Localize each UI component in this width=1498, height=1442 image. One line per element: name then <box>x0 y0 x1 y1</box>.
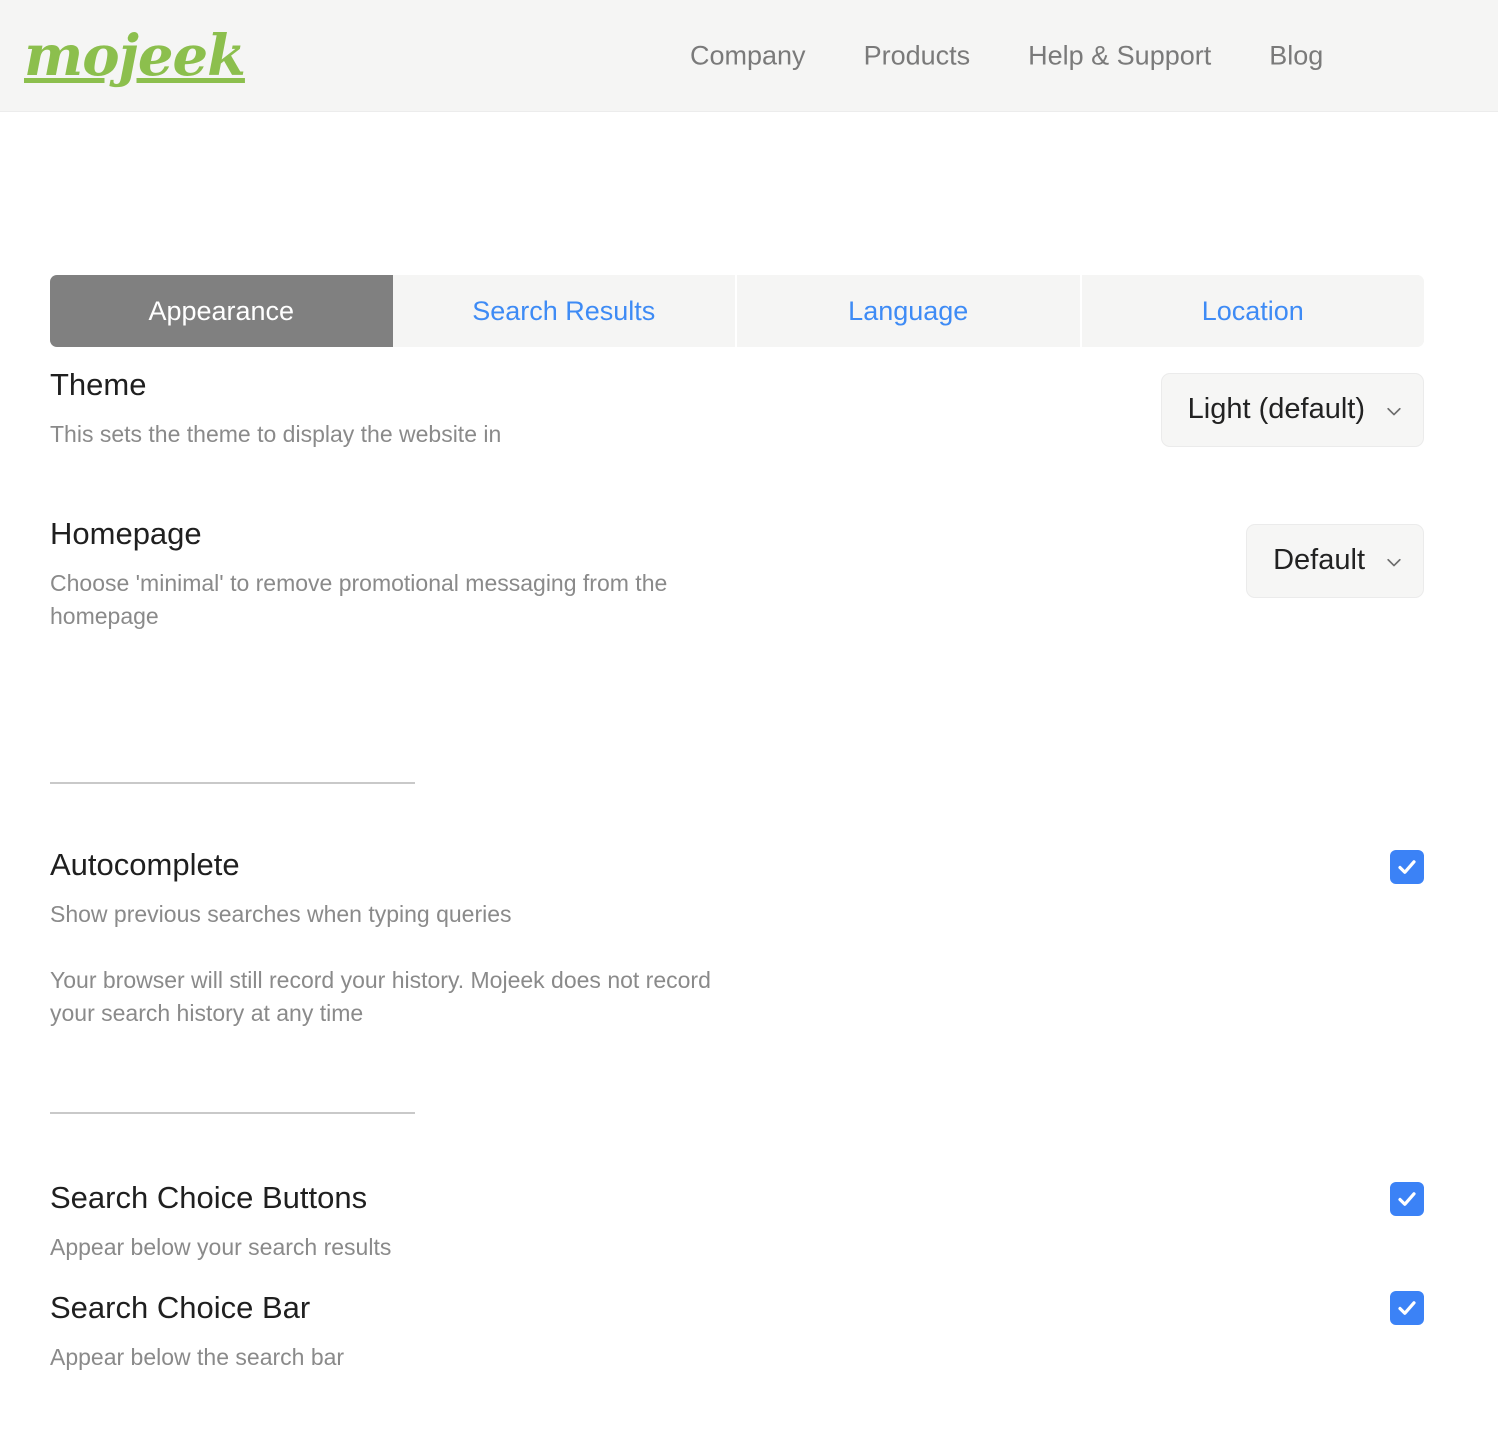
setting-title-theme: Theme <box>50 367 147 402</box>
nav-link-help-support[interactable]: Help & Support <box>1028 42 1211 69</box>
theme-select-value: Light (default) <box>1187 393 1365 425</box>
autocomplete-checkbox[interactable] <box>1390 850 1424 884</box>
main-navigation: Company Products Help & Support Blog <box>690 42 1323 69</box>
setting-text-search-choice-buttons: Search Choice Buttons Appear below your … <box>50 1179 830 1264</box>
settings-content: Theme This sets the theme to display the… <box>0 347 1498 1396</box>
search-choice-bar-checkbox[interactable] <box>1390 1291 1424 1325</box>
setting-row-search-choice-buttons: Search Choice Buttons Appear below your … <box>0 1114 1498 1266</box>
setting-desc-search-choice-buttons: Appear below your search results <box>50 1233 392 1260</box>
tab-search-results[interactable]: Search Results <box>392 275 737 347</box>
setting-desc-homepage: Choose 'minimal' to remove promotional m… <box>50 569 668 630</box>
nav-link-company[interactable]: Company <box>690 42 806 69</box>
setting-row-autocomplete-note: Your browser will still record your hist… <box>0 964 1498 1069</box>
settings-tab-bar: Appearance Search Results Language Locat… <box>50 275 1424 347</box>
mojeek-logo[interactable]: mojeek <box>24 28 246 84</box>
theme-select[interactable]: Light (default) <box>1160 373 1424 447</box>
search-choice-buttons-checkbox[interactable] <box>1390 1182 1424 1216</box>
autocomplete-privacy-note: Your browser will still record your hist… <box>50 967 711 1027</box>
setting-desc-autocomplete: Show previous searches when typing queri… <box>50 900 512 927</box>
setting-title-autocomplete: Autocomplete <box>50 847 240 882</box>
nav-link-blog[interactable]: Blog <box>1269 42 1323 69</box>
site-header: mojeek Company Products Help & Support B… <box>0 0 1498 112</box>
homepage-select[interactable]: Default <box>1246 524 1424 598</box>
chevron-down-icon <box>1387 403 1401 417</box>
homepage-select-value: Default <box>1273 544 1365 576</box>
setting-row-search-choice-bar: Search Choice Bar Appear below the searc… <box>0 1266 1498 1396</box>
setting-title-homepage: Homepage <box>50 516 202 551</box>
setting-desc-theme: This sets the theme to display the websi… <box>50 420 502 447</box>
tab-appearance[interactable]: Appearance <box>50 275 393 347</box>
setting-text-search-choice-bar: Search Choice Bar Appear below the searc… <box>50 1289 830 1374</box>
setting-text-homepage: Homepage Choose 'minimal' to remove prom… <box>50 497 830 634</box>
tab-language[interactable]: Language <box>737 275 1082 347</box>
setting-desc-search-choice-bar: Appear below the search bar <box>50 1343 345 1370</box>
tab-location[interactable]: Location <box>1081 275 1424 347</box>
nav-link-products[interactable]: Products <box>864 42 971 69</box>
setting-row-homepage: Homepage Choose 'minimal' to remove prom… <box>0 497 1498 692</box>
setting-title-search-choice-buttons: Search Choice Buttons <box>50 1180 368 1215</box>
setting-row-autocomplete: Autocomplete Show previous searches when… <box>0 784 1498 964</box>
setting-text-autocomplete: Autocomplete Show previous searches when… <box>50 846 830 931</box>
setting-text-theme: Theme This sets the theme to display the… <box>50 347 830 451</box>
setting-row-theme: Theme This sets the theme to display the… <box>0 347 1498 497</box>
setting-title-search-choice-bar: Search Choice Bar <box>50 1290 311 1325</box>
chevron-down-icon <box>1387 554 1401 568</box>
